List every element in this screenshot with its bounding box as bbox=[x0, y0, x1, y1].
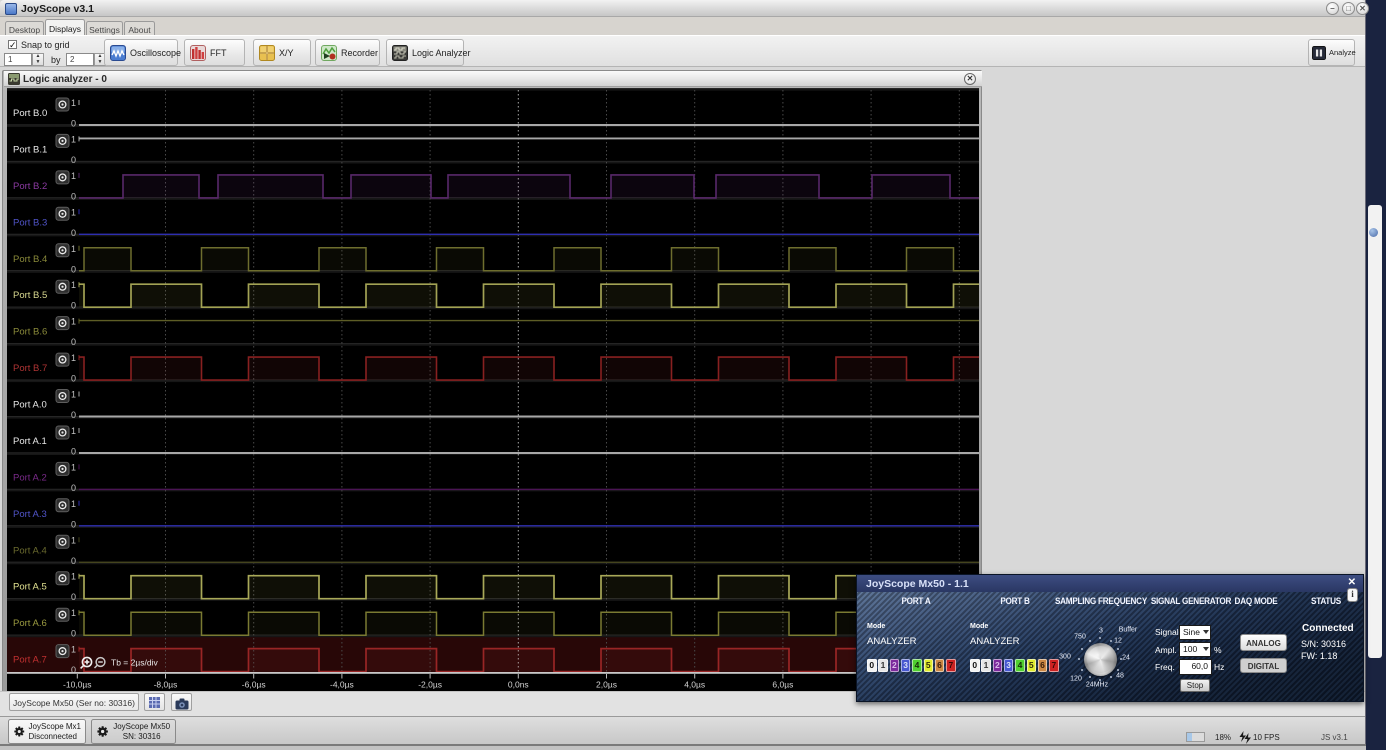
svg-text:0: 0 bbox=[71, 447, 76, 457]
svg-text:Port B.2: Port B.2 bbox=[13, 181, 47, 192]
svg-text:1: 1 bbox=[71, 244, 76, 254]
svg-text:0: 0 bbox=[71, 155, 76, 165]
svg-text:-2,0µs: -2,0µs bbox=[418, 680, 442, 690]
svg-text:Port B.3: Port B.3 bbox=[13, 217, 47, 228]
svg-text:1: 1 bbox=[71, 134, 76, 144]
svg-text:4,0µs: 4,0µs bbox=[684, 680, 705, 690]
svg-text:Port A.5: Port A.5 bbox=[13, 582, 47, 593]
svg-text:0: 0 bbox=[71, 119, 76, 129]
svg-text:1: 1 bbox=[71, 207, 76, 217]
svg-text:-4,0µs: -4,0µs bbox=[330, 680, 354, 690]
svg-text:1: 1 bbox=[71, 645, 76, 655]
svg-text:0: 0 bbox=[71, 592, 76, 602]
svg-text:Port B.1: Port B.1 bbox=[13, 144, 47, 155]
svg-text:0: 0 bbox=[71, 410, 76, 420]
svg-text:0: 0 bbox=[71, 556, 76, 566]
svg-text:0,0ns: 0,0ns bbox=[508, 680, 529, 690]
svg-text:1: 1 bbox=[71, 98, 76, 108]
svg-text:-10,0µs: -10,0µs bbox=[63, 680, 92, 690]
svg-text:0: 0 bbox=[71, 337, 76, 347]
svg-text:Tb = 2µs/div: Tb = 2µs/div bbox=[111, 658, 158, 668]
svg-text:1: 1 bbox=[71, 353, 76, 363]
svg-text:0: 0 bbox=[71, 519, 76, 529]
svg-text:1: 1 bbox=[71, 426, 76, 436]
svg-text:Port A.4: Port A.4 bbox=[13, 545, 47, 556]
svg-text:Port A.3: Port A.3 bbox=[13, 509, 47, 520]
svg-text:1: 1 bbox=[71, 535, 76, 545]
svg-text:0: 0 bbox=[71, 301, 76, 311]
svg-text:Port B.0: Port B.0 bbox=[13, 108, 47, 119]
svg-text:1: 1 bbox=[71, 317, 76, 327]
svg-text:Port B.7: Port B.7 bbox=[13, 363, 47, 374]
svg-text:0: 0 bbox=[71, 228, 76, 238]
svg-text:1: 1 bbox=[71, 280, 76, 290]
svg-text:1: 1 bbox=[71, 462, 76, 472]
svg-text:1: 1 bbox=[71, 390, 76, 400]
svg-text:-6,0µs: -6,0µs bbox=[242, 680, 266, 690]
svg-text:Port A.2: Port A.2 bbox=[13, 472, 47, 483]
svg-text:Port A.1: Port A.1 bbox=[13, 436, 47, 447]
svg-text:Port B.6: Port B.6 bbox=[13, 327, 47, 338]
svg-text:1: 1 bbox=[71, 572, 76, 582]
svg-text:0: 0 bbox=[71, 264, 76, 274]
svg-text:0: 0 bbox=[71, 374, 76, 384]
svg-text:-8,0µs: -8,0µs bbox=[154, 680, 178, 690]
svg-text:1: 1 bbox=[71, 499, 76, 509]
svg-text:6,0µs: 6,0µs bbox=[772, 680, 793, 690]
svg-text:Port B.4: Port B.4 bbox=[13, 254, 47, 265]
svg-text:Port B.5: Port B.5 bbox=[13, 290, 47, 301]
svg-text:Port A.7: Port A.7 bbox=[13, 655, 47, 666]
svg-text:0: 0 bbox=[71, 629, 76, 639]
svg-text:Port A.6: Port A.6 bbox=[13, 618, 47, 629]
svg-text:2,0µs: 2,0µs bbox=[596, 680, 617, 690]
svg-text:Port A.0: Port A.0 bbox=[13, 400, 47, 411]
svg-text:0: 0 bbox=[71, 483, 76, 493]
svg-text:0: 0 bbox=[71, 191, 76, 201]
svg-text:1: 1 bbox=[71, 171, 76, 181]
svg-text:1: 1 bbox=[71, 608, 76, 618]
